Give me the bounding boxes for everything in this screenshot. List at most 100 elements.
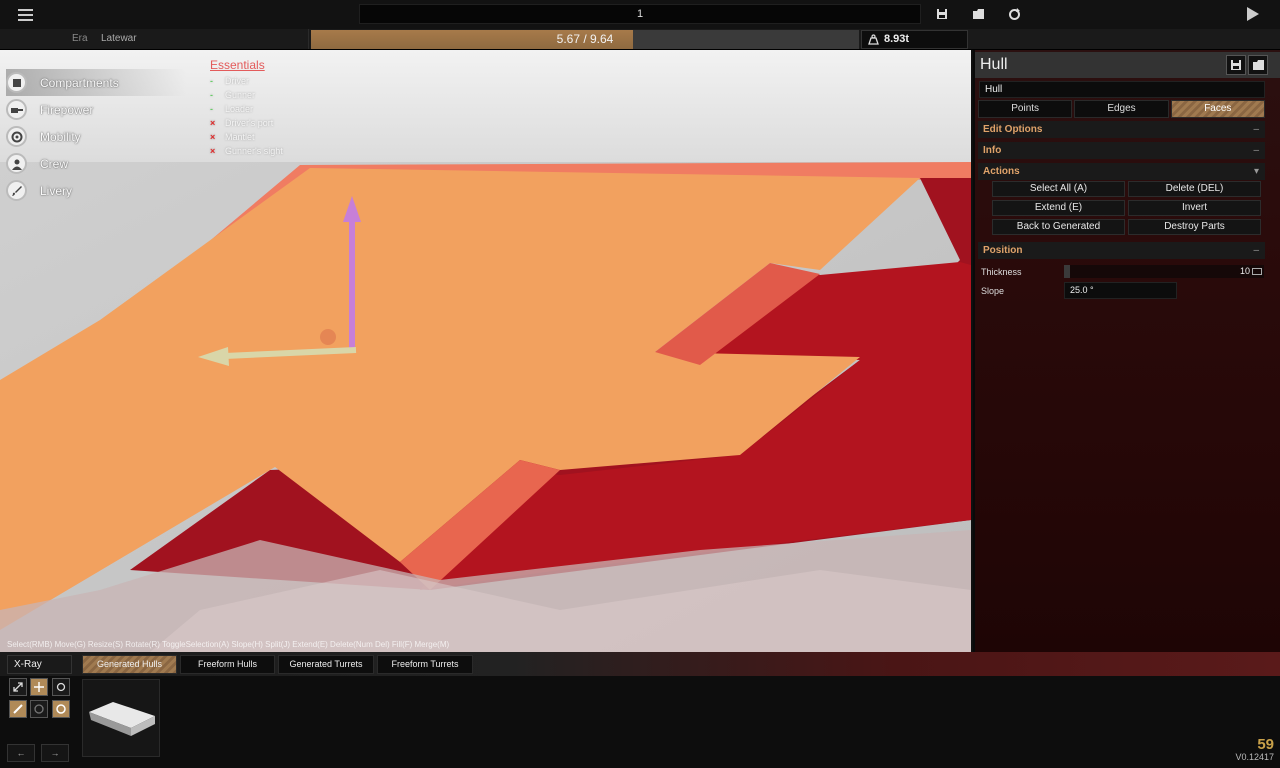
pivot-icon[interactable] xyxy=(30,700,48,718)
slope-input[interactable]: 25.0 ° xyxy=(1064,282,1177,299)
top-toolbar: 1 xyxy=(0,0,1280,29)
category-firepower[interactable]: Firepower xyxy=(6,96,186,123)
category-compartments[interactable]: Compartments xyxy=(6,69,186,96)
category-label: Firepower xyxy=(40,102,94,117)
tab-faces[interactable]: Faces xyxy=(1170,100,1265,118)
tonnage-display: 8.93t xyxy=(861,30,968,49)
rotate-icon[interactable] xyxy=(52,678,70,696)
category-label: Compartments xyxy=(40,75,119,90)
bottom-tabbar: X-Ray Generated Hulls Freeform Hulls Gen… xyxy=(0,652,1280,676)
section-info[interactable]: Info – xyxy=(978,142,1265,159)
era-label: Era xyxy=(72,33,88,44)
essential-item: × Mantlet xyxy=(210,130,283,144)
bottom-panel: X-Ray Generated Hulls Freeform Hulls Gen… xyxy=(0,652,1280,768)
destroy-parts-button[interactable]: Destroy Parts xyxy=(1128,219,1261,235)
invert-button[interactable]: Invert xyxy=(1128,200,1261,216)
save-icon[interactable] xyxy=(934,6,950,22)
tab-freeform-hulls[interactable]: Freeform Hulls xyxy=(180,655,275,674)
hull-thumbnail[interactable] xyxy=(82,679,160,757)
move-icon[interactable] xyxy=(30,678,48,696)
category-livery[interactable]: Livery xyxy=(6,177,186,204)
brush-icon xyxy=(6,180,27,201)
back-to-generated-button[interactable]: Back to Generated xyxy=(992,219,1125,235)
keyboard-hint: Select(RMB) Move(G) Resize(S) Rotate(R) … xyxy=(7,640,450,649)
era-value: Latewar xyxy=(101,33,137,44)
category-label: Crew xyxy=(40,156,69,171)
section-actions[interactable]: Actions ▾ xyxy=(978,163,1265,180)
thickness-value: 10 xyxy=(1239,266,1250,276)
open-icon[interactable] xyxy=(970,6,986,22)
app-window: 1 Era Latewar 5.67 / 9.64 8.93t Compartm… xyxy=(0,0,1280,768)
category-list: Compartments Firepower Mobility Crew Liv… xyxy=(6,69,186,204)
tab-freeform-turrets[interactable]: Freeform Turrets xyxy=(377,655,473,674)
tab-generated-hulls[interactable]: Generated Hulls xyxy=(82,655,177,674)
check-mark: - xyxy=(210,104,213,114)
hull-name-input[interactable]: Hull xyxy=(979,81,1265,98)
essential-label: Gunner's sight xyxy=(225,146,283,156)
essential-label: Driver's port xyxy=(225,118,274,128)
gun-icon xyxy=(6,99,27,120)
era-selector[interactable]: Era Latewar xyxy=(0,29,309,49)
essential-label: Mantlet xyxy=(225,132,255,142)
tab-generated-turrets[interactable]: Generated Turrets xyxy=(278,655,374,674)
resize-icon[interactable] xyxy=(9,678,27,696)
category-label: Livery xyxy=(40,183,73,198)
weight-progress-bar: 5.67 / 9.64 xyxy=(311,30,859,49)
thickness-slider[interactable]: 10 xyxy=(1064,265,1264,278)
snap-icon[interactable] xyxy=(9,700,27,718)
section-label: Position xyxy=(983,245,1023,256)
extend-button[interactable]: Extend (E) xyxy=(992,200,1125,216)
panel-header: Hull xyxy=(975,52,1280,78)
fps-counter: 59 xyxy=(1257,736,1274,753)
menu-icon[interactable] xyxy=(10,5,40,25)
version-label: V0.12417 xyxy=(1235,752,1274,762)
open-icon[interactable] xyxy=(1248,55,1268,75)
actions-grid: Select All (A) Delete (DEL) Extend (E) I… xyxy=(992,181,1262,235)
thickness-label: Thickness xyxy=(981,267,1022,277)
section-edit-options[interactable]: Edit Options – xyxy=(978,121,1265,138)
check-mark: - xyxy=(210,90,213,100)
design-name-field[interactable]: 1 xyxy=(359,4,921,24)
play-icon[interactable] xyxy=(1247,7,1259,21)
essentials-checklist: Essentials - Driver - Gunner - Loader × Driv… xyxy=(210,58,283,158)
undo-button[interactable]: ← xyxy=(7,744,35,762)
essentials-title[interactable]: Essentials xyxy=(210,58,283,72)
slider-handle[interactable] xyxy=(1064,265,1070,278)
xray-toggle[interactable]: X-Ray xyxy=(7,655,72,674)
collapse-icon: – xyxy=(1253,124,1259,135)
essential-item: - Driver xyxy=(210,74,283,88)
essential-label: Loader xyxy=(225,104,254,114)
box-icon xyxy=(6,72,27,93)
wheel-icon xyxy=(6,126,27,147)
refresh-icon[interactable] xyxy=(1006,6,1022,22)
tonnage-value: 8.93t xyxy=(884,33,910,45)
essential-label: Driver xyxy=(225,76,249,86)
hull-preview-icon xyxy=(89,702,155,736)
expand-icon: ▾ xyxy=(1253,166,1259,177)
category-mobility[interactable]: Mobility xyxy=(6,123,186,150)
cross-mark: × xyxy=(210,132,216,142)
section-position[interactable]: Position – xyxy=(978,242,1265,259)
check-mark: - xyxy=(210,76,213,86)
essential-item: × Gunner's sight xyxy=(210,144,283,158)
cross-mark: × xyxy=(210,146,216,156)
redo-button[interactable]: → xyxy=(41,744,69,762)
save-icon[interactable] xyxy=(1226,55,1246,75)
select-all-button[interactable]: Select All (A) xyxy=(992,181,1125,197)
delete-button[interactable]: Delete (DEL) xyxy=(1128,181,1261,197)
edit-mode-tabs: Points Edges Faces xyxy=(978,100,1265,118)
category-crew[interactable]: Crew xyxy=(6,150,186,177)
collapse-icon: – xyxy=(1253,245,1259,256)
tab-edges[interactable]: Edges xyxy=(1074,100,1169,118)
tab-points[interactable]: Points xyxy=(978,100,1073,118)
section-label: Edit Options xyxy=(983,124,1043,135)
status-bar: Era Latewar 5.67 / 9.64 8.93t xyxy=(0,29,1280,50)
collapse-icon: – xyxy=(1253,145,1259,156)
essential-item: - Gunner xyxy=(210,88,283,102)
3d-viewport[interactable]: Compartments Firepower Mobility Crew Liv… xyxy=(0,50,971,652)
hull-panel: Hull Hull Points Edges Faces Edit Option… xyxy=(973,50,1280,652)
local-space-icon[interactable] xyxy=(52,700,70,718)
person-icon xyxy=(6,153,27,174)
cross-mark: × xyxy=(210,118,216,128)
panel-title: Hull xyxy=(980,56,1008,73)
